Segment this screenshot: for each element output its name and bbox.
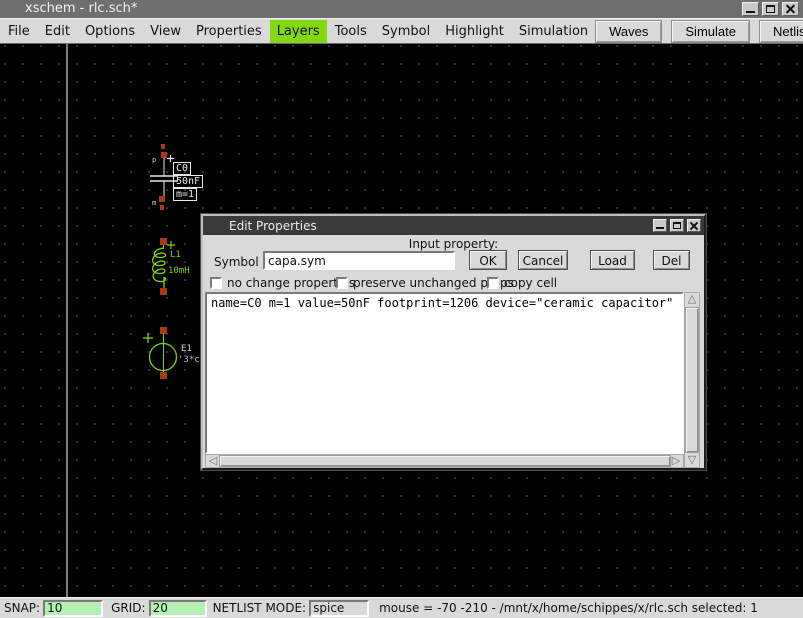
dialog-close-button[interactable] — [687, 219, 701, 232]
capacitor-pin-bottom-label: m — [152, 199, 156, 207]
waves-button[interactable]: Waves — [595, 20, 662, 43]
minimize-button[interactable] — [742, 2, 759, 16]
inductor-pin-top[interactable] — [160, 238, 167, 245]
source-value-label[interactable]: '3*c — [178, 355, 200, 365]
scroll-right-icon[interactable]: ▷ — [669, 455, 683, 468]
menu-layers[interactable]: Layers — [270, 20, 327, 43]
window-controls — [742, 2, 799, 16]
del-button[interactable]: Del — [653, 250, 690, 270]
symbol-label: Symbol — [214, 255, 259, 269]
statusbar: SNAP: GRID: NETLIST MODE: mouse = -70 -2… — [0, 597, 803, 618]
inductor-name-label[interactable]: L1 — [170, 250, 181, 260]
horizontal-scroll-thumb[interactable] — [219, 455, 671, 467]
dialog-controls — [653, 219, 701, 232]
capacitor-pin-top-label: p — [152, 156, 156, 164]
close-button[interactable] — [782, 2, 799, 16]
minimize-icon — [656, 227, 664, 229]
menu-properties[interactable]: Properties — [189, 20, 269, 43]
horizontal-scrollbar[interactable]: ◁ ▷ — [205, 454, 684, 468]
status-info: mouse = -70 -210 - /mnt/x/home/schippes/… — [379, 601, 758, 615]
maximize-button[interactable] — [762, 2, 779, 16]
menu-file[interactable]: File — [1, 20, 37, 43]
capacitor-pin-top[interactable] — [161, 152, 167, 158]
capacitor-name-label[interactable]: C0 — [173, 162, 191, 175]
window-title: xschem - rlc.sch* — [25, 0, 137, 18]
dialog-maximize-button[interactable] — [670, 219, 684, 232]
scroll-up-icon[interactable]: △ — [685, 293, 699, 306]
capacitor-value-label[interactable]: 50nF — [173, 175, 203, 188]
source-name-label[interactable]: E1 — [181, 344, 192, 354]
symbol-input[interactable] — [263, 251, 455, 270]
net-marker — [161, 144, 165, 149]
snap-input[interactable] — [43, 600, 103, 617]
dialog-title: Edit Properties — [229, 219, 317, 233]
menu-view[interactable]: View — [143, 20, 188, 43]
preserve-unchanged-props-checkbox[interactable] — [336, 277, 348, 289]
dialog-titlebar[interactable]: Edit Properties — [203, 216, 704, 235]
property-textarea[interactable]: name=C0 m=1 value=50nF footprint=1206 de… — [205, 292, 684, 454]
inductor-pin-bottom[interactable] — [160, 288, 167, 295]
simulate-button[interactable]: Simulate — [671, 20, 750, 43]
scroll-down-icon[interactable]: ▽ — [685, 454, 699, 467]
menubar: File Edit Options View Properties Layers… — [0, 18, 803, 44]
vertical-scrollbar[interactable]: △ ▽ — [684, 292, 700, 468]
menu-tools[interactable]: Tools — [328, 20, 374, 43]
capacitor-pin-bottom[interactable] — [159, 196, 165, 202]
grid-input[interactable] — [149, 600, 207, 617]
no-change-properties-checkbox[interactable] — [210, 277, 222, 289]
window-titlebar[interactable]: xschem - rlc.sch* — [0, 0, 803, 18]
snap-label: SNAP: — [4, 601, 40, 615]
copy-cell-checkbox[interactable] — [487, 277, 499, 289]
source-instance[interactable]: E1 '3*c — [143, 327, 200, 379]
ok-button[interactable]: OK — [469, 250, 507, 270]
source-pin-top[interactable] — [160, 327, 167, 334]
vertical-scroll-thumb[interactable] — [685, 307, 699, 453]
inductor-coil — [153, 248, 166, 288]
maximize-icon — [673, 222, 681, 229]
grid-label: GRID: — [111, 601, 145, 615]
copy-cell-label: copy cell — [504, 276, 557, 290]
menu-symbol[interactable]: Symbol — [375, 20, 437, 43]
capacitor-mult-label[interactable]: m=1 — [173, 188, 197, 201]
menu-options[interactable]: Options — [78, 20, 142, 43]
checkbox-row: no change properties preserve unchanged … — [203, 276, 704, 290]
dialog-body: Input property: Symbol OK Cancel Load De… — [203, 235, 704, 468]
menu-edit[interactable]: Edit — [38, 20, 77, 43]
input-property-label: Input property: — [203, 237, 704, 251]
edit-properties-dialog: Edit Properties Input property: Symbol O… — [201, 214, 706, 470]
menu-highlight[interactable]: Highlight — [438, 20, 511, 43]
scroll-left-icon[interactable]: ◁ — [206, 455, 220, 468]
load-button[interactable]: Load — [590, 250, 635, 270]
inductor-value-label[interactable]: 10mH — [168, 266, 190, 276]
netlist-mode-input[interactable] — [309, 600, 369, 617]
source-pin-bottom[interactable] — [160, 372, 167, 379]
menu-simulation[interactable]: Simulation — [512, 20, 595, 43]
dialog-minimize-button[interactable] — [653, 219, 667, 232]
maximize-icon — [766, 5, 775, 13]
netlist-mode-label: NETLIST MODE: — [213, 601, 307, 615]
cancel-button[interactable]: Cancel — [518, 250, 568, 270]
netlist-button[interactable]: Netlist — [759, 20, 803, 43]
inductor-instance[interactable]: L1 10mH — [153, 238, 190, 295]
net-marker — [160, 205, 164, 210]
minimize-icon — [746, 11, 755, 13]
xschem-window: xschem - rlc.sch* File Edit Options View… — [0, 0, 803, 618]
